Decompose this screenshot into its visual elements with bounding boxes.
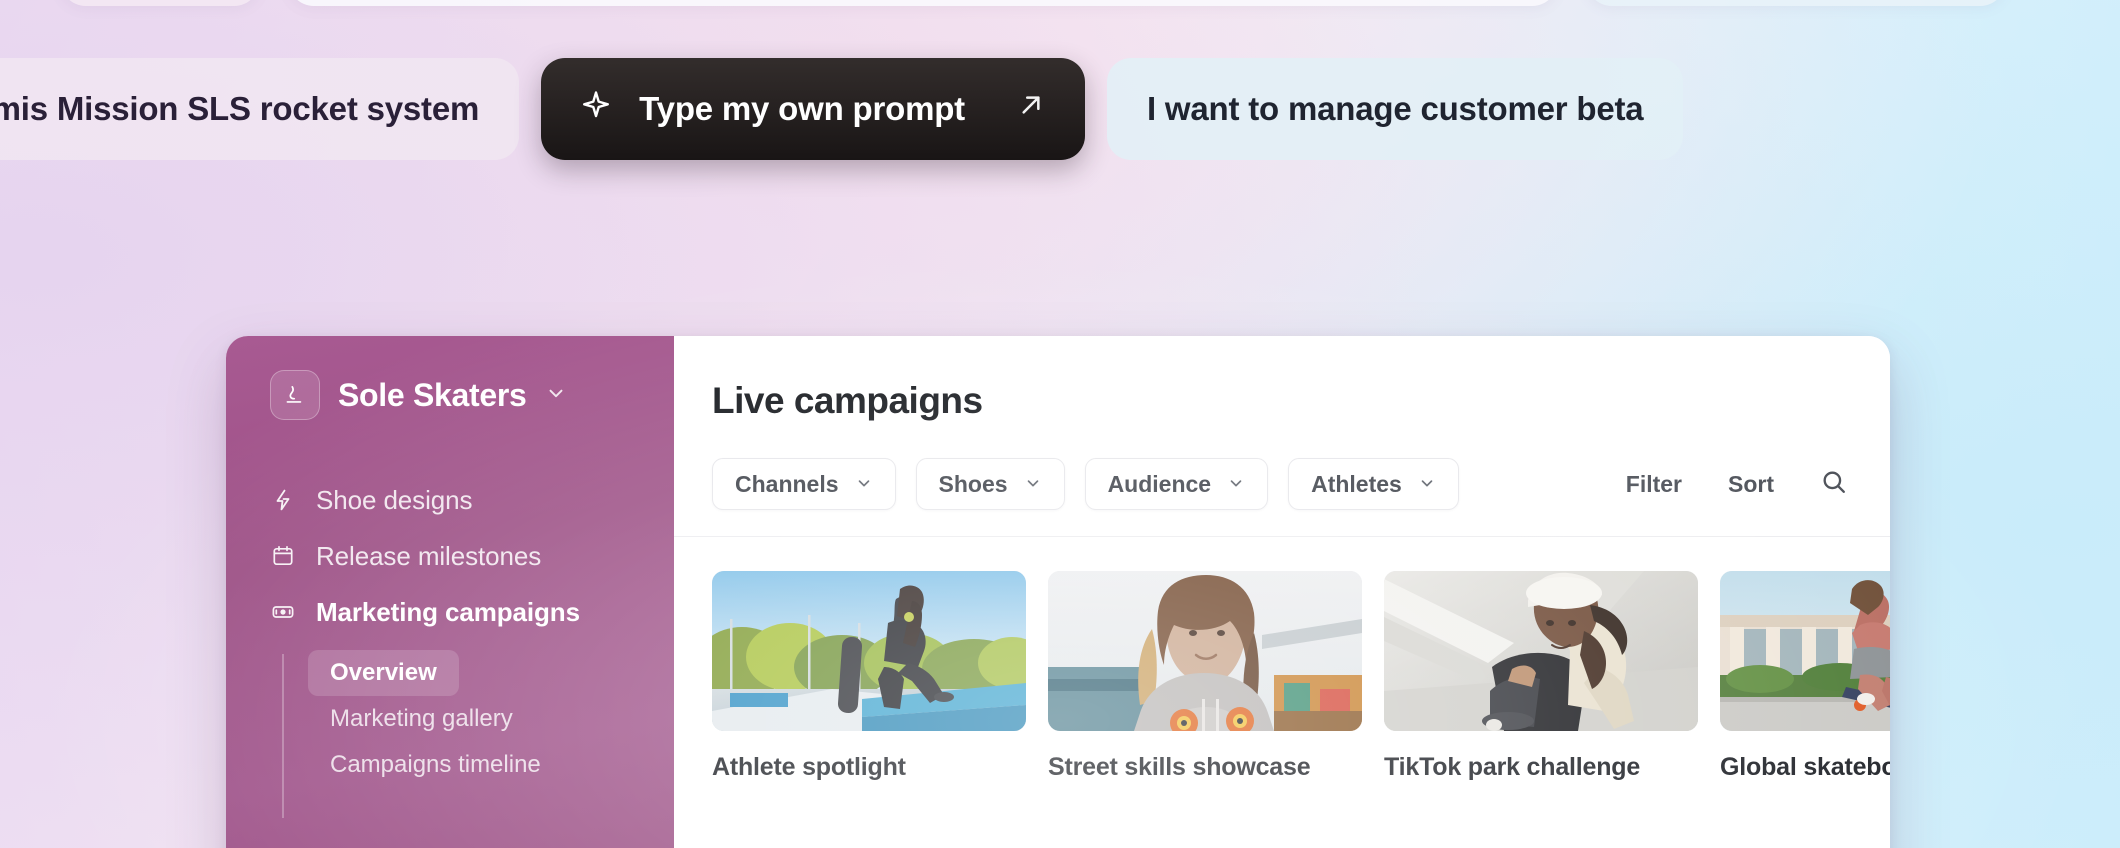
filter-label: Athletes <box>1311 470 1402 497</box>
sidebar-item-release-milestones[interactable]: Release milestones <box>226 528 674 584</box>
subnav-rail <box>282 654 284 818</box>
sidebar-item-label: Release milestones <box>316 540 542 571</box>
filter-dropdown-athletes[interactable]: Athletes <box>1288 458 1459 510</box>
chevron-down-icon <box>1227 471 1245 498</box>
shoe-icon <box>270 370 320 420</box>
campaign-card[interactable]: Global skateboa <box>1720 571 1890 782</box>
campaign-thumbnail-street-skills <box>1048 571 1362 731</box>
filter-dropdown-audience[interactable]: Audience <box>1084 458 1269 510</box>
suggestion-pill-partial-right[interactable] <box>1586 0 2006 6</box>
bolt-icon <box>270 487 296 513</box>
sidebar-item-shoe-designs[interactable]: Shoe designs <box>226 472 674 528</box>
app-window: Sole Skaters Shoe designs Release milest… <box>226 336 1890 848</box>
suggestion-pill-beta[interactable]: I want to manage customer beta <box>1106 58 1684 160</box>
sidebar: Sole Skaters Shoe designs Release milest… <box>226 336 674 848</box>
filter-button[interactable]: Filter <box>1626 471 1682 498</box>
campaign-thumbnail-global-skateboarding <box>1720 571 1890 731</box>
sidebar-subitem-marketing-gallery[interactable]: Marketing gallery <box>308 696 535 742</box>
campaign-card-grid: Athlete spotlight Street skills showcase… <box>674 537 1890 782</box>
suggestion-label-beta: I want to manage customer beta <box>1146 90 1644 127</box>
chevron-down-icon <box>545 382 567 409</box>
chevron-down-icon <box>1024 471 1042 498</box>
campaign-card[interactable]: Athlete spotlight <box>712 571 1026 782</box>
sidebar-subitem-campaigns-timeline[interactable]: Campaigns timeline <box>308 742 563 788</box>
sparkle-icon <box>579 88 613 130</box>
campaign-card-title: TikTok park challenge <box>1384 753 1641 781</box>
campaign-card[interactable]: TikTok park challenge <box>1384 571 1698 782</box>
calendar-icon <box>270 543 296 569</box>
filter-label: Shoes <box>938 470 1008 497</box>
suggestion-label-rocket: rtemis Mission SLS rocket system <box>0 90 480 127</box>
page-title: Live campaigns <box>712 380 983 421</box>
sidebar-item-label: Shoe designs <box>316 484 473 515</box>
filter-label: Channels <box>735 470 839 497</box>
chevron-down-icon <box>1418 471 1436 498</box>
megaphone-icon <box>270 599 296 625</box>
sort-button[interactable]: Sort <box>1728 471 1774 498</box>
type-my-own-prompt-label: Type my own prompt <box>639 90 965 127</box>
campaign-thumbnail-athlete-spotlight <box>712 571 1026 731</box>
search-icon[interactable] <box>1820 468 1848 501</box>
filter-label: Audience <box>1107 470 1212 497</box>
suggestion-pill-partial-center[interactable] <box>288 0 1558 6</box>
suggestion-row: rtemis Mission SLS rocket system Type my… <box>0 58 1684 160</box>
sidebar-item-label: Marketing campaigns <box>316 596 580 627</box>
workspace-switcher[interactable]: Sole Skaters <box>226 370 674 420</box>
main-content: Live campaigns Channels Shoes Audience A… <box>674 336 1890 848</box>
toolbar-actions: Filter Sort <box>1626 468 1852 501</box>
campaign-card-title: Athlete spotlight <box>712 753 906 781</box>
workspace-name: Sole Skaters <box>338 376 527 413</box>
top-suggestion-strip <box>0 0 2120 6</box>
arrow-up-right-icon <box>1015 89 1047 129</box>
chevron-down-icon <box>855 471 873 498</box>
filter-dropdown-channels[interactable]: Channels <box>712 458 896 510</box>
sidebar-item-marketing-campaigns[interactable]: Marketing campaigns <box>226 584 674 640</box>
toolbar: Channels Shoes Audience Athletes Filter … <box>674 458 1890 537</box>
filter-dropdown-shoes[interactable]: Shoes <box>915 458 1065 510</box>
type-my-own-prompt-button[interactable]: Type my own prompt <box>541 58 1085 160</box>
campaign-card[interactable]: Street skills showcase <box>1048 571 1362 782</box>
sidebar-subnav: Overview Marketing gallery Campaigns tim… <box>226 650 674 818</box>
campaign-thumbnail-tiktok-park <box>1384 571 1698 731</box>
campaign-card-title: Street skills showcase <box>1048 753 1311 781</box>
suggestion-pill-partial-left[interactable] <box>60 0 260 6</box>
sidebar-nav: Shoe designs Release milestones Marketin… <box>226 472 674 818</box>
campaign-card-title: Global skateboa <box>1720 753 1890 781</box>
suggestion-pill-rocket[interactable]: rtemis Mission SLS rocket system <box>0 58 520 160</box>
sidebar-subitem-overview[interactable]: Overview <box>308 650 459 696</box>
screen: rtemis Mission SLS rocket system Type my… <box>0 0 2120 848</box>
